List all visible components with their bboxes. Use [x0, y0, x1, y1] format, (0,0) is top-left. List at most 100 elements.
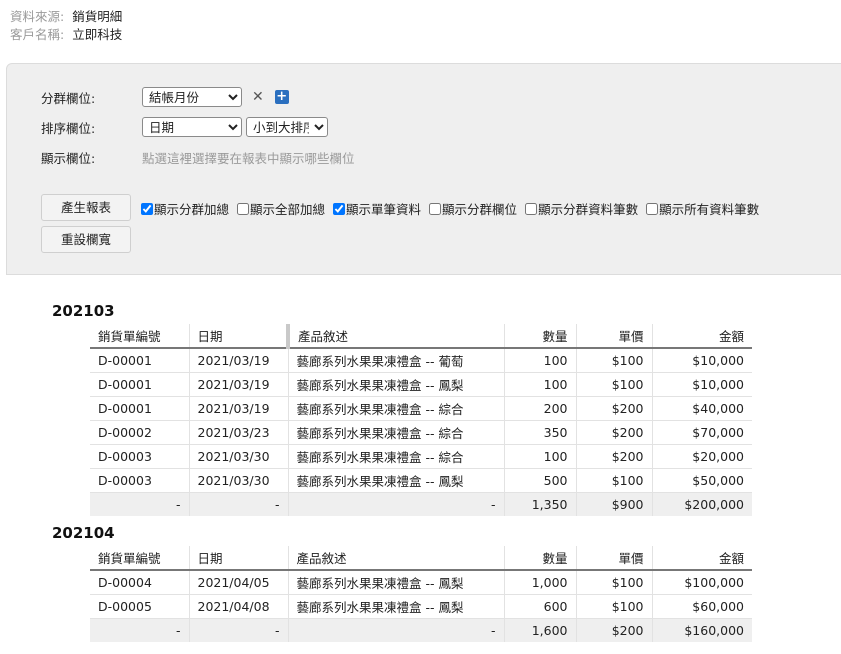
table-header-row: 銷貨單編號 日期 產品敘述 數量 單價 金額 [90, 324, 752, 349]
table-cell: 2021/03/30 [188, 444, 288, 469]
option-show-group-field[interactable]: 顯示分群欄位 [429, 199, 517, 218]
summary-cell: 1,350 [503, 492, 576, 516]
table-cell: $10,000 [651, 348, 752, 373]
table-cell: $100 [575, 372, 652, 397]
customer-value: 立即科技 [72, 27, 123, 42]
close-icon[interactable]: ✕ [252, 89, 264, 105]
table-row: D-00001 2021/03/19 藝廊系列水果果凍禮盒 -- 鳳梨 100 … [90, 372, 752, 397]
table-cell: $100 [575, 468, 652, 493]
group-title: 202103 [52, 302, 115, 320]
group-field-label: 分群欄位: [41, 90, 96, 106]
report-options: 顯示分群加總 顯示全部加總 顯示單筆資料 顯示分群欄位 顯示分群資料筆數 顯示所… [141, 199, 767, 218]
option-label: 顯示分群資料筆數 [538, 202, 639, 217]
report-meta: 資料來源: 銷貨明細 客戶名稱: 立即科技 [10, 8, 122, 44]
option-total-count[interactable]: 顯示所有資料筆數 [646, 199, 759, 218]
column-header[interactable]: 產品敘述 [287, 546, 504, 571]
summary-cell: - [90, 492, 189, 516]
table-cell: 1,000 [503, 570, 576, 595]
report-table: 銷貨單編號 日期 產品敘述 數量 單價 金額 D-00004 2021/04/0… [90, 546, 752, 642]
table-cell: 500 [503, 468, 576, 493]
column-header[interactable]: 日期 [188, 546, 288, 571]
table-row: D-00004 2021/04/05 藝廊系列水果果凍禮盒 -- 鳳梨 1,00… [90, 570, 752, 595]
table-cell: 藝廊系列水果果凍禮盒 -- 綜合 [287, 420, 504, 445]
option-total-count-checkbox[interactable] [646, 202, 659, 215]
sort-field-row: 排序欄位: 日期 小到大排序 [41, 117, 328, 137]
summary-cell: 1,600 [503, 618, 576, 642]
table-cell: 2021/03/19 [188, 348, 288, 373]
reset-width-button[interactable]: 重設欄寬 [41, 226, 131, 253]
table-cell: D-00001 [90, 396, 189, 421]
table-cell: $100,000 [651, 570, 752, 595]
table-row: D-00003 2021/03/30 藝廊系列水果果凍禮盒 -- 綜合 100 … [90, 444, 752, 469]
table-row: D-00005 2021/04/08 藝廊系列水果果凍禮盒 -- 鳳梨 600 … [90, 594, 752, 619]
table-cell: $50,000 [651, 468, 752, 493]
table-cell: $40,000 [651, 396, 752, 421]
group-summary-row: - - - 1,600 $200 $160,000 [90, 618, 752, 642]
column-header[interactable]: 金額 [651, 546, 752, 571]
table-cell: 600 [503, 594, 576, 619]
column-header[interactable]: 單價 [575, 546, 652, 571]
table-cell: D-00003 [90, 444, 189, 469]
sort-order-select[interactable]: 小到大排序 [246, 117, 328, 137]
option-label: 顯示分群加總 [154, 202, 230, 217]
column-header[interactable]: 產品敘述 [286, 324, 504, 349]
table-cell: $100 [575, 570, 652, 595]
summary-cell: - [90, 618, 189, 642]
table-cell: 100 [503, 348, 576, 373]
table-cell: $200 [575, 396, 652, 421]
table-row: D-00001 2021/03/19 藝廊系列水果果凍禮盒 -- 綜合 200 … [90, 396, 752, 421]
source-label: 資料來源: [10, 9, 65, 24]
column-header[interactable]: 金額 [651, 324, 752, 349]
option-group-count[interactable]: 顯示分群資料筆數 [525, 199, 638, 218]
option-show-rows-checkbox[interactable] [333, 202, 346, 215]
table-cell: $20,000 [651, 444, 752, 469]
table-cell: 藝廊系列水果果凍禮盒 -- 鳳梨 [287, 594, 504, 619]
option-grand-total-checkbox[interactable] [237, 202, 250, 215]
table-cell: 藝廊系列水果果凍禮盒 -- 鳳梨 [287, 570, 504, 595]
option-group-subtotal[interactable]: 顯示分群加總 [141, 199, 229, 218]
table-header-row: 銷貨單編號 日期 產品敘述 數量 單價 金額 [90, 546, 752, 571]
summary-cell: $200,000 [651, 492, 752, 516]
table-cell: $60,000 [651, 594, 752, 619]
table-cell: $70,000 [651, 420, 752, 445]
option-group-subtotal-checkbox[interactable] [141, 202, 153, 215]
table-cell: 2021/04/05 [188, 570, 288, 595]
table-cell: 100 [503, 444, 576, 469]
group-summary-row: - - - 1,350 $900 $200,000 [90, 492, 752, 516]
summary-cell: - [287, 492, 504, 516]
table-cell: 藝廊系列水果果凍禮盒 -- 鳳梨 [287, 372, 504, 397]
display-field-label: 顯示欄位: [41, 151, 96, 166]
table-cell: 2021/03/19 [188, 396, 288, 421]
display-field-row: 顯示欄位: 點選這裡選擇要在報表中顯示哪些欄位 [41, 148, 355, 167]
table-row: D-00003 2021/03/30 藝廊系列水果果凍禮盒 -- 鳳梨 500 … [90, 468, 752, 493]
table-cell: D-00002 [90, 420, 189, 445]
customer-label: 客戶名稱: [10, 27, 65, 42]
table-cell: D-00005 [90, 594, 189, 619]
generate-report-button[interactable]: 產生報表 [41, 194, 131, 221]
summary-cell: - [188, 492, 288, 516]
table-cell: D-00003 [90, 468, 189, 493]
column-header[interactable]: 日期 [188, 324, 288, 349]
column-header[interactable]: 單價 [575, 324, 652, 349]
column-header[interactable]: 數量 [503, 324, 576, 349]
report-table: 銷貨單編號 日期 產品敘述 數量 單價 金額 D-00001 2021/03/1… [90, 324, 752, 516]
table-cell: $10,000 [651, 372, 752, 397]
option-group-count-checkbox[interactable] [525, 202, 538, 215]
column-header[interactable]: 銷貨單編號 [90, 324, 189, 349]
column-header[interactable]: 數量 [503, 546, 576, 571]
table-cell: D-00001 [90, 348, 189, 373]
group-field-select[interactable]: 結帳月份 [142, 87, 242, 107]
table-row: D-00001 2021/03/19 藝廊系列水果果凍禮盒 -- 葡萄 100 … [90, 348, 752, 373]
option-show-group-field-checkbox[interactable] [429, 202, 442, 215]
plus-icon[interactable]: + [274, 90, 289, 104]
option-label: 顯示單筆資料 [346, 202, 422, 217]
table-cell: D-00001 [90, 372, 189, 397]
source-value: 銷貨明細 [72, 9, 123, 24]
group-field-row: 分群欄位: 結帳月份 ✕ + [41, 87, 289, 107]
option-show-rows[interactable]: 顯示單筆資料 [333, 199, 421, 218]
table-cell: 藝廊系列水果果凍禮盒 -- 鳳梨 [287, 468, 504, 493]
column-header[interactable]: 銷貨單編號 [90, 546, 189, 571]
sort-field-select[interactable]: 日期 [142, 117, 242, 137]
option-grand-total[interactable]: 顯示全部加總 [237, 199, 325, 218]
display-field-picker[interactable]: 點選這裡選擇要在報表中顯示哪些欄位 [142, 148, 355, 167]
